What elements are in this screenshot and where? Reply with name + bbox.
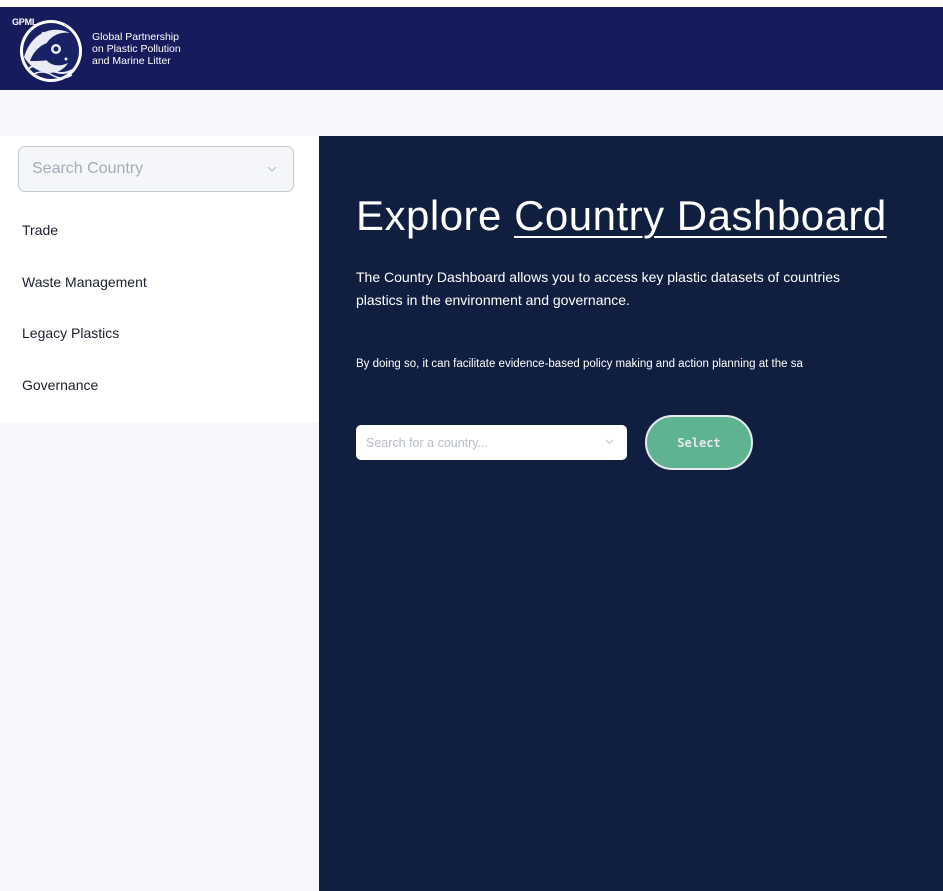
country-search-placeholder: Search for a country... (366, 435, 489, 450)
country-dashboard-link[interactable]: Country Dashboard (514, 192, 887, 239)
country-search-placeholder: Search Country (32, 160, 144, 177)
chevron-down-icon (605, 439, 614, 445)
country-search-select[interactable]: Search Country (18, 146, 294, 192)
main-content: Explore Country Dashboard The Country Da… (319, 136, 943, 891)
subheader-strip (0, 90, 943, 136)
country-search-dropdown[interactable]: Search for a country... (356, 425, 627, 460)
intro-paragraph: The Country Dashboard allows you to acce… (356, 266, 943, 312)
sub-intro-text: By doing so, it can facilitate evidence-… (356, 358, 803, 370)
org-name-line: and Marine Litter (92, 54, 171, 67)
gpml-logo-link[interactable]: GPML Global Partnership on Plastic Pollu… (10, 11, 181, 87)
intro-line: plastics in the environment and governan… (356, 292, 630, 308)
sidebar-nav: Trade Waste Management Legacy Plastics G… (22, 218, 147, 424)
chevron-down-icon (267, 166, 277, 172)
sidebar: Search Country Trade Waste Management Le… (0, 136, 319, 891)
org-name-line: Global Partnership (92, 30, 179, 43)
page-title: Explore Country Dashboard (356, 192, 887, 240)
sidebar-item-legacy-plastics[interactable]: Legacy Plastics (22, 321, 147, 373)
sidebar-panel: Search Country Trade Waste Management Le… (0, 136, 319, 423)
org-name-line: on Plastic Pollution (92, 42, 181, 55)
sidebar-item-trade[interactable]: Trade (22, 218, 147, 270)
page-title-prefix: Explore (356, 192, 502, 239)
logo-tag-text: GPML (12, 16, 38, 27)
top-header: GPML Global Partnership on Plastic Pollu… (0, 7, 943, 90)
org-name: Global Partnership on Plastic Pollution … (92, 31, 181, 67)
sidebar-item-governance[interactable]: Governance (22, 373, 147, 425)
select-button[interactable]: Select (645, 415, 753, 470)
intro-line: The Country Dashboard allows you to acce… (356, 269, 841, 285)
sidebar-item-waste-management[interactable]: Waste Management (22, 270, 147, 322)
gpml-logo-icon: GPML (10, 11, 88, 87)
